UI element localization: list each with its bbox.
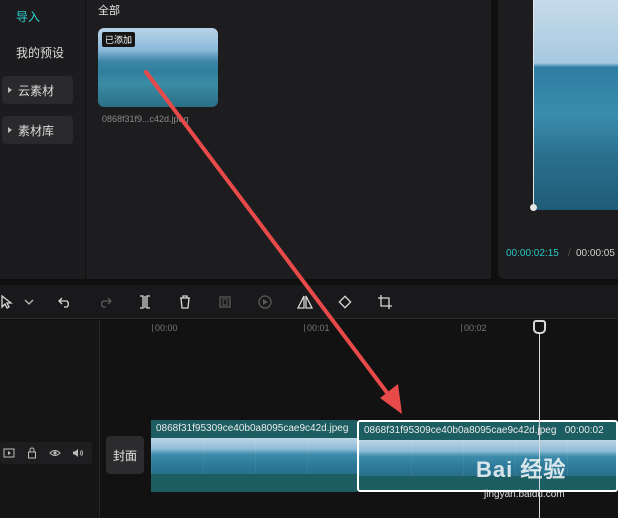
crop-icon[interactable] xyxy=(374,291,396,313)
lock-icon[interactable] xyxy=(25,446,39,460)
split-icon[interactable] xyxy=(134,291,156,313)
media-panel: 全部 已添加 0868f31f9...c42d.jpeg xyxy=(86,0,491,279)
timeline-toolbar xyxy=(0,285,618,319)
cover-button[interactable]: 封面 xyxy=(106,436,144,474)
clip-duration: 00:00:02 xyxy=(564,425,604,436)
watermark-url: jingyan.baidu.com xyxy=(484,489,565,500)
preview-panel: 00:00:02:15 / 00:00:05 xyxy=(498,0,618,279)
clip-title: 0868f31f95309ce40b0a8095cae9c42d.jpeg 00… xyxy=(364,425,604,436)
rotate-icon[interactable] xyxy=(334,291,356,313)
ruler-tick xyxy=(461,324,462,332)
clip-thumbnails xyxy=(151,438,357,474)
playhead-handle[interactable] xyxy=(533,320,546,334)
eye-icon[interactable] xyxy=(48,446,62,460)
total-timecode: 00:00:05 xyxy=(576,248,615,259)
preview-image xyxy=(534,0,618,210)
freeze-icon[interactable] xyxy=(214,291,236,313)
redo-icon[interactable] xyxy=(94,291,116,313)
ruler-tick xyxy=(304,324,305,332)
sidebar-item-asset-library[interactable]: 素材库 xyxy=(2,116,73,144)
sidebar-item-import[interactable]: 导入 xyxy=(2,2,73,30)
delete-icon[interactable] xyxy=(174,291,196,313)
video-track-icon[interactable] xyxy=(2,446,16,460)
chevron-down-icon[interactable] xyxy=(18,291,40,313)
watermark: Bai 经验 jingyan.baidu.com xyxy=(470,452,618,514)
caret-right-icon xyxy=(8,87,12,93)
current-timecode: 00:00:02:15 xyxy=(506,248,559,259)
track-header xyxy=(0,320,100,518)
media-filename: 0868f31f9...c42d.jpeg xyxy=(102,114,189,124)
preview-handle[interactable] xyxy=(530,204,537,211)
sidebar-item-cloud-assets[interactable]: 云素材 xyxy=(2,76,73,104)
caret-right-icon xyxy=(8,127,12,133)
media-thumbnail[interactable]: 已添加 xyxy=(98,28,218,107)
select-cursor-icon[interactable] xyxy=(0,291,18,313)
timeline-clip[interactable]: 0868f31f95309ce40b0a8095cae9c42d.jpeg xyxy=(151,420,357,492)
clip-title: 0868f31f95309ce40b0a8095cae9c42d.jpeg xyxy=(156,423,349,434)
undo-icon[interactable] xyxy=(54,291,76,313)
timecode-separator: / xyxy=(568,248,571,259)
sidebar-item-label: 云素材 xyxy=(18,83,55,98)
preview-crop-edge[interactable] xyxy=(533,0,534,210)
ruler-tick xyxy=(152,324,153,332)
ruler-label: 00:02 xyxy=(464,323,487,333)
clip-filename: 0868f31f95309ce40b0a8095cae9c42d.jpeg xyxy=(364,425,557,436)
sidebar-item-label: 我的预设 xyxy=(16,45,65,60)
media-heading: 全部 xyxy=(98,5,120,17)
track-controls xyxy=(0,442,92,464)
sidebar-item-my-presets[interactable]: 我的预设 xyxy=(2,38,73,66)
watermark-logo: Bai 经验 xyxy=(476,457,567,482)
ruler-label: 00:00 xyxy=(155,323,178,333)
play-circle-icon[interactable] xyxy=(254,291,276,313)
sidebar-item-label: 素材库 xyxy=(18,123,55,138)
ruler-label: 00:01 xyxy=(307,323,330,333)
volume-icon[interactable] xyxy=(71,446,85,460)
sidebar-item-label: 导入 xyxy=(16,9,41,24)
mirror-icon[interactable] xyxy=(294,291,316,313)
sidebar: 导入 我的预设 云素材 素材库 xyxy=(0,0,85,279)
added-badge: 已添加 xyxy=(102,32,136,47)
